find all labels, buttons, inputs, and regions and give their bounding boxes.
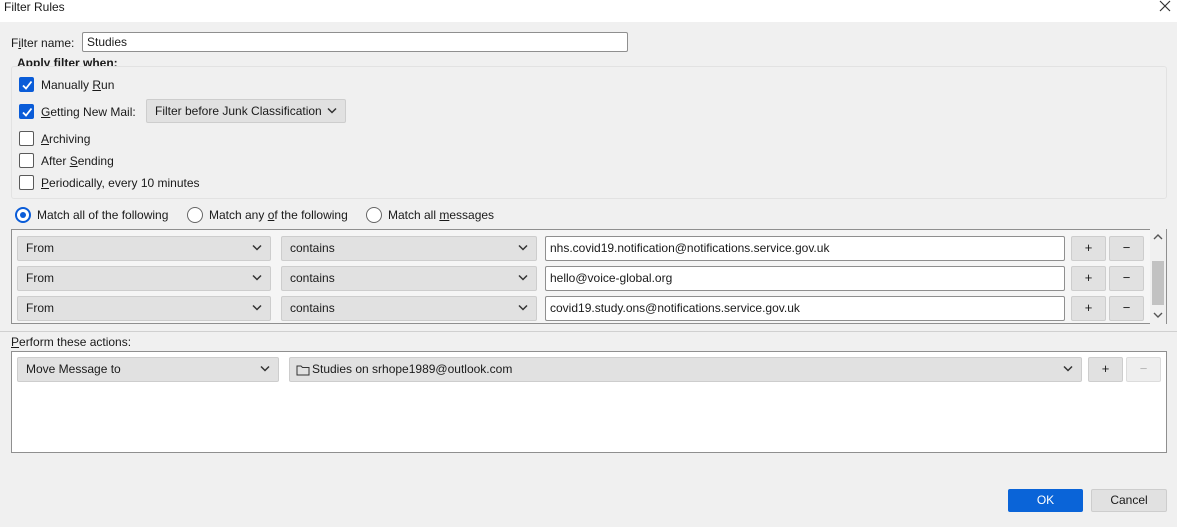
rule-operator-value: contains <box>290 241 335 255</box>
target-folder-value: Studies on srhope1989@outlook.com <box>312 362 513 376</box>
close-icon[interactable] <box>1155 0 1175 15</box>
chevron-down-icon <box>327 107 337 114</box>
ok-button[interactable]: OK <box>1008 489 1083 512</box>
cancel-button[interactable]: Cancel <box>1091 489 1167 512</box>
chevron-down-icon <box>518 244 528 251</box>
filter-name-label: Filter name: <box>11 36 75 50</box>
window-title: Filter Rules <box>4 0 65 14</box>
getting-new-mail-label: Getting New Mail: <box>41 105 136 119</box>
chevron-down-icon <box>518 304 528 311</box>
chevron-down-icon <box>260 365 270 372</box>
match-any-label: Match any of the following <box>209 208 348 222</box>
chevron-down-icon <box>252 274 262 281</box>
junk-classification-dropdown[interactable]: Filter before Junk Classification <box>146 99 346 123</box>
add-rule-button[interactable]: + <box>1071 236 1106 261</box>
match-all-label: Match all of the following <box>37 208 169 222</box>
chevron-down-icon <box>1063 365 1073 372</box>
perform-actions-label: Perform these actions: <box>11 335 132 349</box>
junk-classification-value: Filter before Junk Classification <box>155 104 322 118</box>
scrollbar-thumb[interactable] <box>1152 261 1164 305</box>
title-bar: Filter Rules <box>0 0 1177 22</box>
add-rule-button[interactable]: + <box>1071 266 1106 291</box>
rule-operator-dropdown[interactable]: contains <box>281 266 537 291</box>
filter-name-input[interactable]: Studies <box>82 32 628 52</box>
chevron-down-icon <box>252 304 262 311</box>
remove-action-button[interactable]: − <box>1126 357 1161 382</box>
remove-rule-button[interactable]: − <box>1109 296 1144 321</box>
rule-field-value: From <box>26 301 54 315</box>
action-type-value: Move Message to <box>26 362 121 376</box>
rule-operator-value: contains <box>290 301 335 315</box>
rule-field-value: From <box>26 271 54 285</box>
after-sending-label: After Sending <box>41 154 114 168</box>
rule-operator-value: contains <box>290 271 335 285</box>
archiving-checkbox[interactable] <box>19 131 34 146</box>
rule-field-dropdown[interactable]: From <box>17 266 271 291</box>
periodically-checkbox[interactable] <box>19 175 34 190</box>
remove-rule-button[interactable]: − <box>1109 266 1144 291</box>
after-sending-checkbox[interactable] <box>19 153 34 168</box>
chevron-down-icon <box>518 274 528 281</box>
target-folder-dropdown[interactable]: Studies on srhope1989@outlook.com <box>289 357 1082 382</box>
match-all-radio[interactable] <box>15 207 31 223</box>
add-action-button[interactable]: + <box>1088 357 1123 382</box>
remove-rule-button[interactable]: − <box>1109 236 1144 261</box>
chevron-down-icon[interactable] <box>1153 311 1163 319</box>
match-all-messages-label: Match all messages <box>388 208 495 222</box>
rule-operator-dropdown[interactable]: contains <box>281 296 537 321</box>
chevron-up-icon[interactable] <box>1153 233 1163 241</box>
rule-field-dropdown[interactable]: From <box>17 296 271 321</box>
chevron-down-icon <box>252 244 262 251</box>
rule-field-value: From <box>26 241 54 255</box>
checkmark-icon <box>22 80 33 90</box>
manually-run-label: Manually Run <box>41 78 115 92</box>
rule-value-input[interactable]: nhs.covid19.notification@notifications.s… <box>545 236 1065 261</box>
rule-field-dropdown[interactable]: From <box>17 236 271 261</box>
divider <box>0 331 1177 332</box>
periodically-label: Periodically, every 10 minutes <box>41 176 200 190</box>
manually-run-checkbox[interactable] <box>19 77 34 92</box>
folder-icon <box>296 365 310 376</box>
checkmark-icon <box>22 107 33 117</box>
rules-scrollbar[interactable] <box>1150 229 1166 324</box>
match-all-messages-radio[interactable] <box>366 207 382 223</box>
add-rule-button[interactable]: + <box>1071 296 1106 321</box>
action-type-dropdown[interactable]: Move Message to <box>17 357 279 382</box>
archiving-label: Archiving <box>41 132 91 146</box>
rule-value-input[interactable]: hello@voice-global.org <box>545 266 1065 291</box>
rule-operator-dropdown[interactable]: contains <box>281 236 537 261</box>
rule-value-input[interactable]: covid19.study.ons@notifications.service.… <box>545 296 1065 321</box>
getting-new-mail-checkbox[interactable] <box>19 104 34 119</box>
match-any-radio[interactable] <box>187 207 203 223</box>
